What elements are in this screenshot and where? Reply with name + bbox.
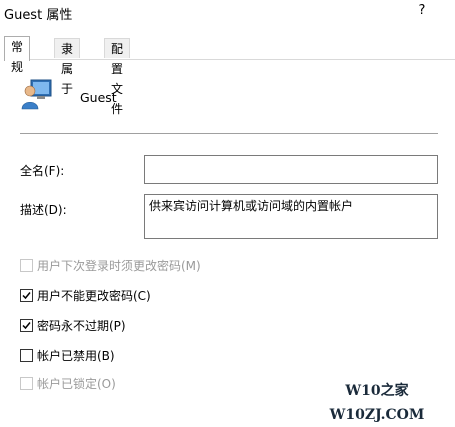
watermark: W10之家 W10ZJ.COM [299,379,455,423]
account-locked-checkbox[interactable] [20,376,33,390]
checkbox-row-account-locked[interactable]: 帐户已锁定(O) [20,374,116,392]
password-never-expires-label: 密码永不过期(P) [37,318,126,333]
must-change-password-checkbox[interactable] [20,258,33,272]
user-account-icon [21,78,53,110]
must-change-password-label: 用户下次登录时须更改密码(M) [37,258,201,273]
cannot-change-password-label: 用户不能更改密码(C) [37,288,151,303]
checkbox-row-password-never-expires[interactable]: 密码永不过期(P) [20,316,126,334]
account-disabled-label: 帐户已禁用(B) [37,348,115,363]
full-name-label: 全名(F): [20,164,65,178]
checkmark-icon [22,321,31,329]
description-input[interactable]: 供来宾访问计算机或访问域的内置帐户 [144,194,438,239]
checkbox-row-cannot-change-password[interactable]: 用户不能更改密码(C) [20,286,151,304]
user-name: Guest [80,90,117,105]
cannot-change-password-checkbox[interactable] [20,288,33,302]
checkmark-icon [22,291,31,299]
password-never-expires-checkbox[interactable] [20,318,33,332]
tab-profile[interactable]: 配置文件 [104,38,131,116]
full-name-input[interactable] [144,155,438,184]
separator [20,133,438,134]
title-bar: Guest 属性 ? [0,0,455,30]
account-locked-label: 帐户已锁定(O) [37,376,116,391]
description-label: 描述(D): [20,203,67,217]
tab-border [4,59,455,60]
account-disabled-checkbox[interactable] [20,348,33,362]
tab-general[interactable]: 常规 [4,36,31,74]
checkbox-row-account-disabled[interactable]: 帐户已禁用(B) [20,346,115,364]
tab-member-of[interactable]: 隶属于 [54,38,81,96]
checkbox-row-must-change-password[interactable]: 用户下次登录时须更改密码(M) [20,256,201,274]
help-button[interactable]: ? [412,3,432,23]
window-title: Guest 属性 [4,8,73,23]
